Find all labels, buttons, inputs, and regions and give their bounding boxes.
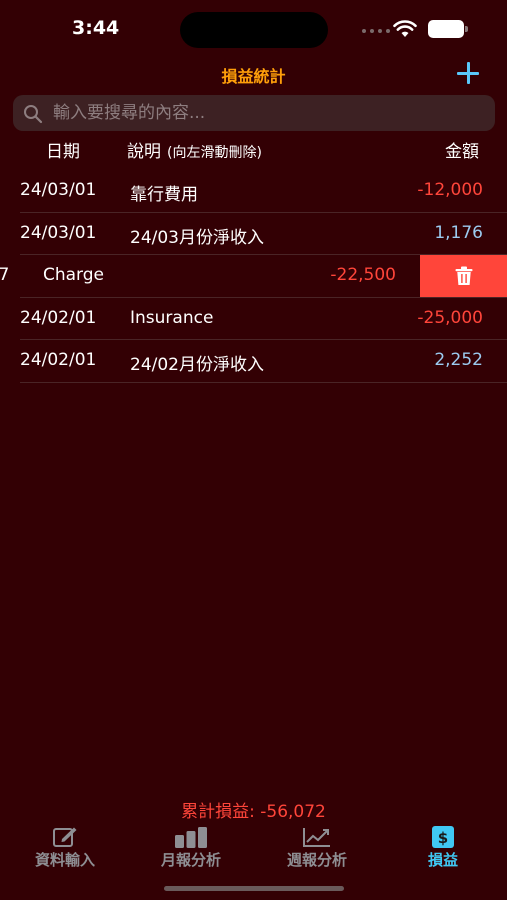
table-row[interactable]: 24/02/01 24/02月份淨收入 2,252 <box>0 340 507 383</box>
row-date: 24/03/07 <box>0 265 10 285</box>
bar-chart-icon <box>175 827 207 848</box>
transaction-list: 24/03/01 靠行費用 -12,000 24/03/01 24/03月份淨收… <box>0 170 507 383</box>
tab-weekly-report[interactable]: 週報分析 <box>254 826 380 872</box>
page-title: 損益統計 <box>221 67 286 86</box>
header-swipe-hint: (向左滑動刪除) <box>167 145 262 161</box>
tab-label: 月報分析 <box>160 851 221 869</box>
row-date: 24/03/01 <box>20 180 97 200</box>
row-description: 24/02月份淨收入 <box>130 355 264 375</box>
row-description: Insurance <box>130 307 214 328</box>
table-row[interactable]: 24/03/01 24/03月份淨收入 1,176 <box>0 213 507 256</box>
battery-icon <box>428 20 468 38</box>
home-indicator <box>164 886 344 891</box>
add-entry-button[interactable] <box>455 60 481 86</box>
tab-profit-loss[interactable]: $ 損益 <box>380 826 506 872</box>
header-description: 說明 (向左滑動刪除) <box>127 137 262 162</box>
row-date: 24/02/01 <box>20 307 97 328</box>
svg-text:$: $ <box>438 829 448 847</box>
table-row-swiped[interactable]: 24/03/07 Charge -22,500 <box>0 255 507 298</box>
table-row[interactable]: 24/02/01 Insurance -25,000 <box>0 298 507 341</box>
header-date: 日期 <box>46 142 80 162</box>
search-bar[interactable] <box>13 95 495 131</box>
row-amount: 1,176 <box>434 222 483 243</box>
delete-button[interactable] <box>420 255 507 297</box>
table-row[interactable]: 24/03/01 靠行費用 -12,000 <box>0 170 507 213</box>
row-amount: -12,000 <box>417 180 483 200</box>
search-input[interactable] <box>53 95 483 131</box>
header-description-label: 說明 <box>127 142 161 162</box>
cellular-signal-icon <box>362 29 390 33</box>
tab-label: 損益 <box>427 851 458 869</box>
tab-label: 資料輸入 <box>34 851 95 869</box>
row-description: 靠行費用 <box>130 185 198 205</box>
trash-icon <box>455 266 472 285</box>
list-header: 日期 說明 (向左滑動刪除) 金額 <box>0 137 507 162</box>
wifi-icon <box>393 20 417 37</box>
header-amount: 金額 <box>445 142 479 162</box>
tab-data-entry[interactable]: 資料輸入 <box>2 826 128 872</box>
dollar-icon: $ <box>432 826 454 848</box>
cumulative-profit-loss: 累計損益: -56,072 <box>181 802 326 822</box>
row-amount: -22,500 <box>330 265 396 285</box>
status-time: 3:44 <box>72 17 120 39</box>
row-description: 24/03月份淨收入 <box>130 227 264 248</box>
row-date: 24/03/01 <box>20 222 97 243</box>
row-description: Charge <box>43 265 105 285</box>
row-date: 24/02/01 <box>20 350 97 370</box>
search-icon <box>24 105 43 124</box>
status-bar: 3:44 <box>0 0 507 58</box>
edit-icon <box>53 827 77 847</box>
tab-monthly-report[interactable]: 月報分析 <box>128 826 254 872</box>
tab-bar: 資料輸入 月報分析 週報分析 $ 損益 <box>0 826 507 876</box>
row-amount: -25,000 <box>417 307 483 328</box>
tab-label: 週報分析 <box>286 851 347 869</box>
dynamic-island <box>180 12 328 48</box>
line-chart-icon <box>303 828 330 847</box>
row-amount: 2,252 <box>434 350 483 370</box>
